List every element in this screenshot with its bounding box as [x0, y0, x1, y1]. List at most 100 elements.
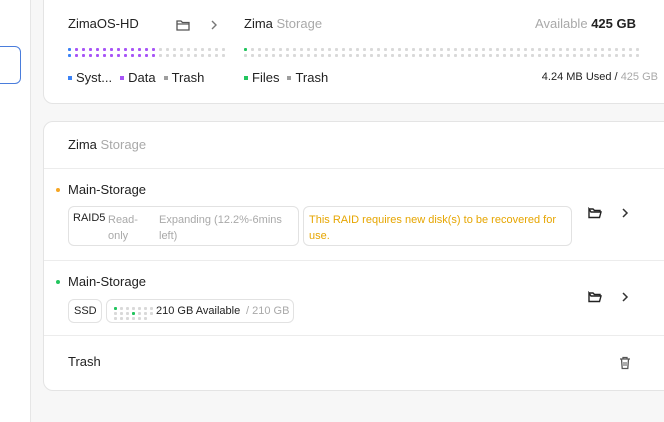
usage-dot: [314, 54, 317, 57]
available-label: Available: [535, 16, 588, 31]
disk-type-pill: SSD: [68, 299, 102, 323]
usage-dot: [580, 48, 583, 51]
usage-dot: [103, 54, 106, 57]
usage-dot: [194, 54, 197, 57]
usage-dot: [265, 48, 268, 51]
disk-legend: Syst... Data Trash: [68, 70, 212, 85]
usage-dot: [89, 48, 92, 51]
raid-info-pill: RAID5 Read-only Expanding (12.2%-6mins l…: [68, 206, 299, 246]
usage-dot: [454, 54, 457, 57]
legend-label: Trash: [295, 70, 329, 85]
legend-swatch: [244, 75, 248, 80]
capacity-bar: [114, 307, 154, 320]
chevron-right-icon[interactable]: [205, 16, 223, 34]
legend-item: Trash: [287, 70, 328, 85]
raid-progress-text: Expanding (12.2%-6mins left): [159, 214, 282, 242]
usage-dot: [370, 48, 373, 51]
divider: [44, 260, 664, 261]
usage-dot: [150, 307, 153, 310]
usage-dot: [114, 312, 117, 315]
usage-dot: [629, 54, 632, 57]
storage-name: Main-Storage: [68, 274, 147, 289]
disk-type: SSD: [74, 305, 97, 317]
usage-dot: [510, 48, 513, 51]
usage-dot: [110, 54, 113, 57]
usage-dot: [120, 312, 123, 315]
usage-dot: [538, 54, 541, 57]
usage-dot: [433, 48, 436, 51]
usage-dot: [517, 54, 520, 57]
disk-usage-bar: [68, 48, 228, 57]
usage-dot: [503, 48, 506, 51]
legend-swatch: [68, 75, 72, 80]
usage-dot: [489, 54, 492, 57]
usage-dot: [114, 317, 117, 320]
folder-open-icon[interactable]: [586, 204, 604, 222]
usage-dot: [145, 54, 148, 57]
usage-dot: [132, 312, 135, 315]
usage-dot: [208, 54, 211, 57]
usage-dot: [138, 312, 141, 315]
usage-dot: [138, 48, 141, 51]
usage-dot: [244, 54, 247, 57]
usage-dot: [580, 54, 583, 57]
usage-dot: [159, 48, 162, 51]
usage-dot: [120, 307, 123, 310]
divider: [44, 335, 664, 336]
status-dot: [56, 188, 60, 192]
usage-dot: [187, 48, 190, 51]
usage-dot: [300, 48, 303, 51]
usage-dot: [335, 48, 338, 51]
usage-dot: [321, 54, 324, 57]
usage-dot: [117, 54, 120, 57]
usage-dot: [173, 54, 176, 57]
usage-dot: [251, 48, 254, 51]
usage-dot: [328, 48, 331, 51]
usage-dot: [222, 54, 225, 57]
usage-dot: [150, 312, 153, 315]
usage-dot: [286, 54, 289, 57]
usage-dot: [489, 48, 492, 51]
usage-dot: [566, 54, 569, 57]
legend-item: Trash: [163, 70, 204, 85]
usage-dot: [538, 48, 541, 51]
usage-dot: [475, 54, 478, 57]
usage-dot: [615, 48, 618, 51]
usage-dot: [601, 54, 604, 57]
usage-dot: [251, 54, 254, 57]
usage-dot: [405, 48, 408, 51]
storage-title: Zima Storage: [244, 16, 322, 31]
usage-dot: [152, 54, 155, 57]
usage-dot: [440, 48, 443, 51]
storage-legend: Files Trash: [244, 70, 336, 85]
usage-dot: [349, 48, 352, 51]
raid-warning-text: This RAID requires new disk(s) to be rec…: [309, 214, 556, 242]
folder-icon[interactable]: [174, 16, 192, 34]
usage-dot: [96, 54, 99, 57]
folder-open-icon[interactable]: [586, 288, 604, 306]
usage-dot: [426, 54, 429, 57]
legend-label: Syst...: [76, 70, 113, 85]
available-text: 210 GB Available: [156, 305, 241, 317]
legend-label: Files: [252, 70, 280, 85]
chevron-right-icon[interactable]: [616, 288, 634, 306]
usage-dot: [126, 307, 129, 310]
usage-dot: [68, 54, 71, 57]
usage-dot: [279, 48, 282, 51]
legend-item: Files: [244, 70, 279, 85]
total-value: 425 GB: [620, 71, 658, 83]
usage-dot: [496, 54, 499, 57]
sidebar-search-field[interactable]: [0, 46, 21, 84]
usage-dot: [601, 48, 604, 51]
usage-dot: [419, 48, 422, 51]
usage-dot: [426, 48, 429, 51]
trash-icon[interactable]: [616, 354, 634, 372]
raid-state: Read-only: [108, 214, 138, 242]
usage-dot: [180, 54, 183, 57]
usage-dot: [265, 54, 268, 57]
usage-dot: [286, 48, 289, 51]
usage-dot: [110, 48, 113, 51]
usage-dot: [349, 54, 352, 57]
usage-dot: [524, 54, 527, 57]
chevron-right-icon[interactable]: [616, 204, 634, 222]
